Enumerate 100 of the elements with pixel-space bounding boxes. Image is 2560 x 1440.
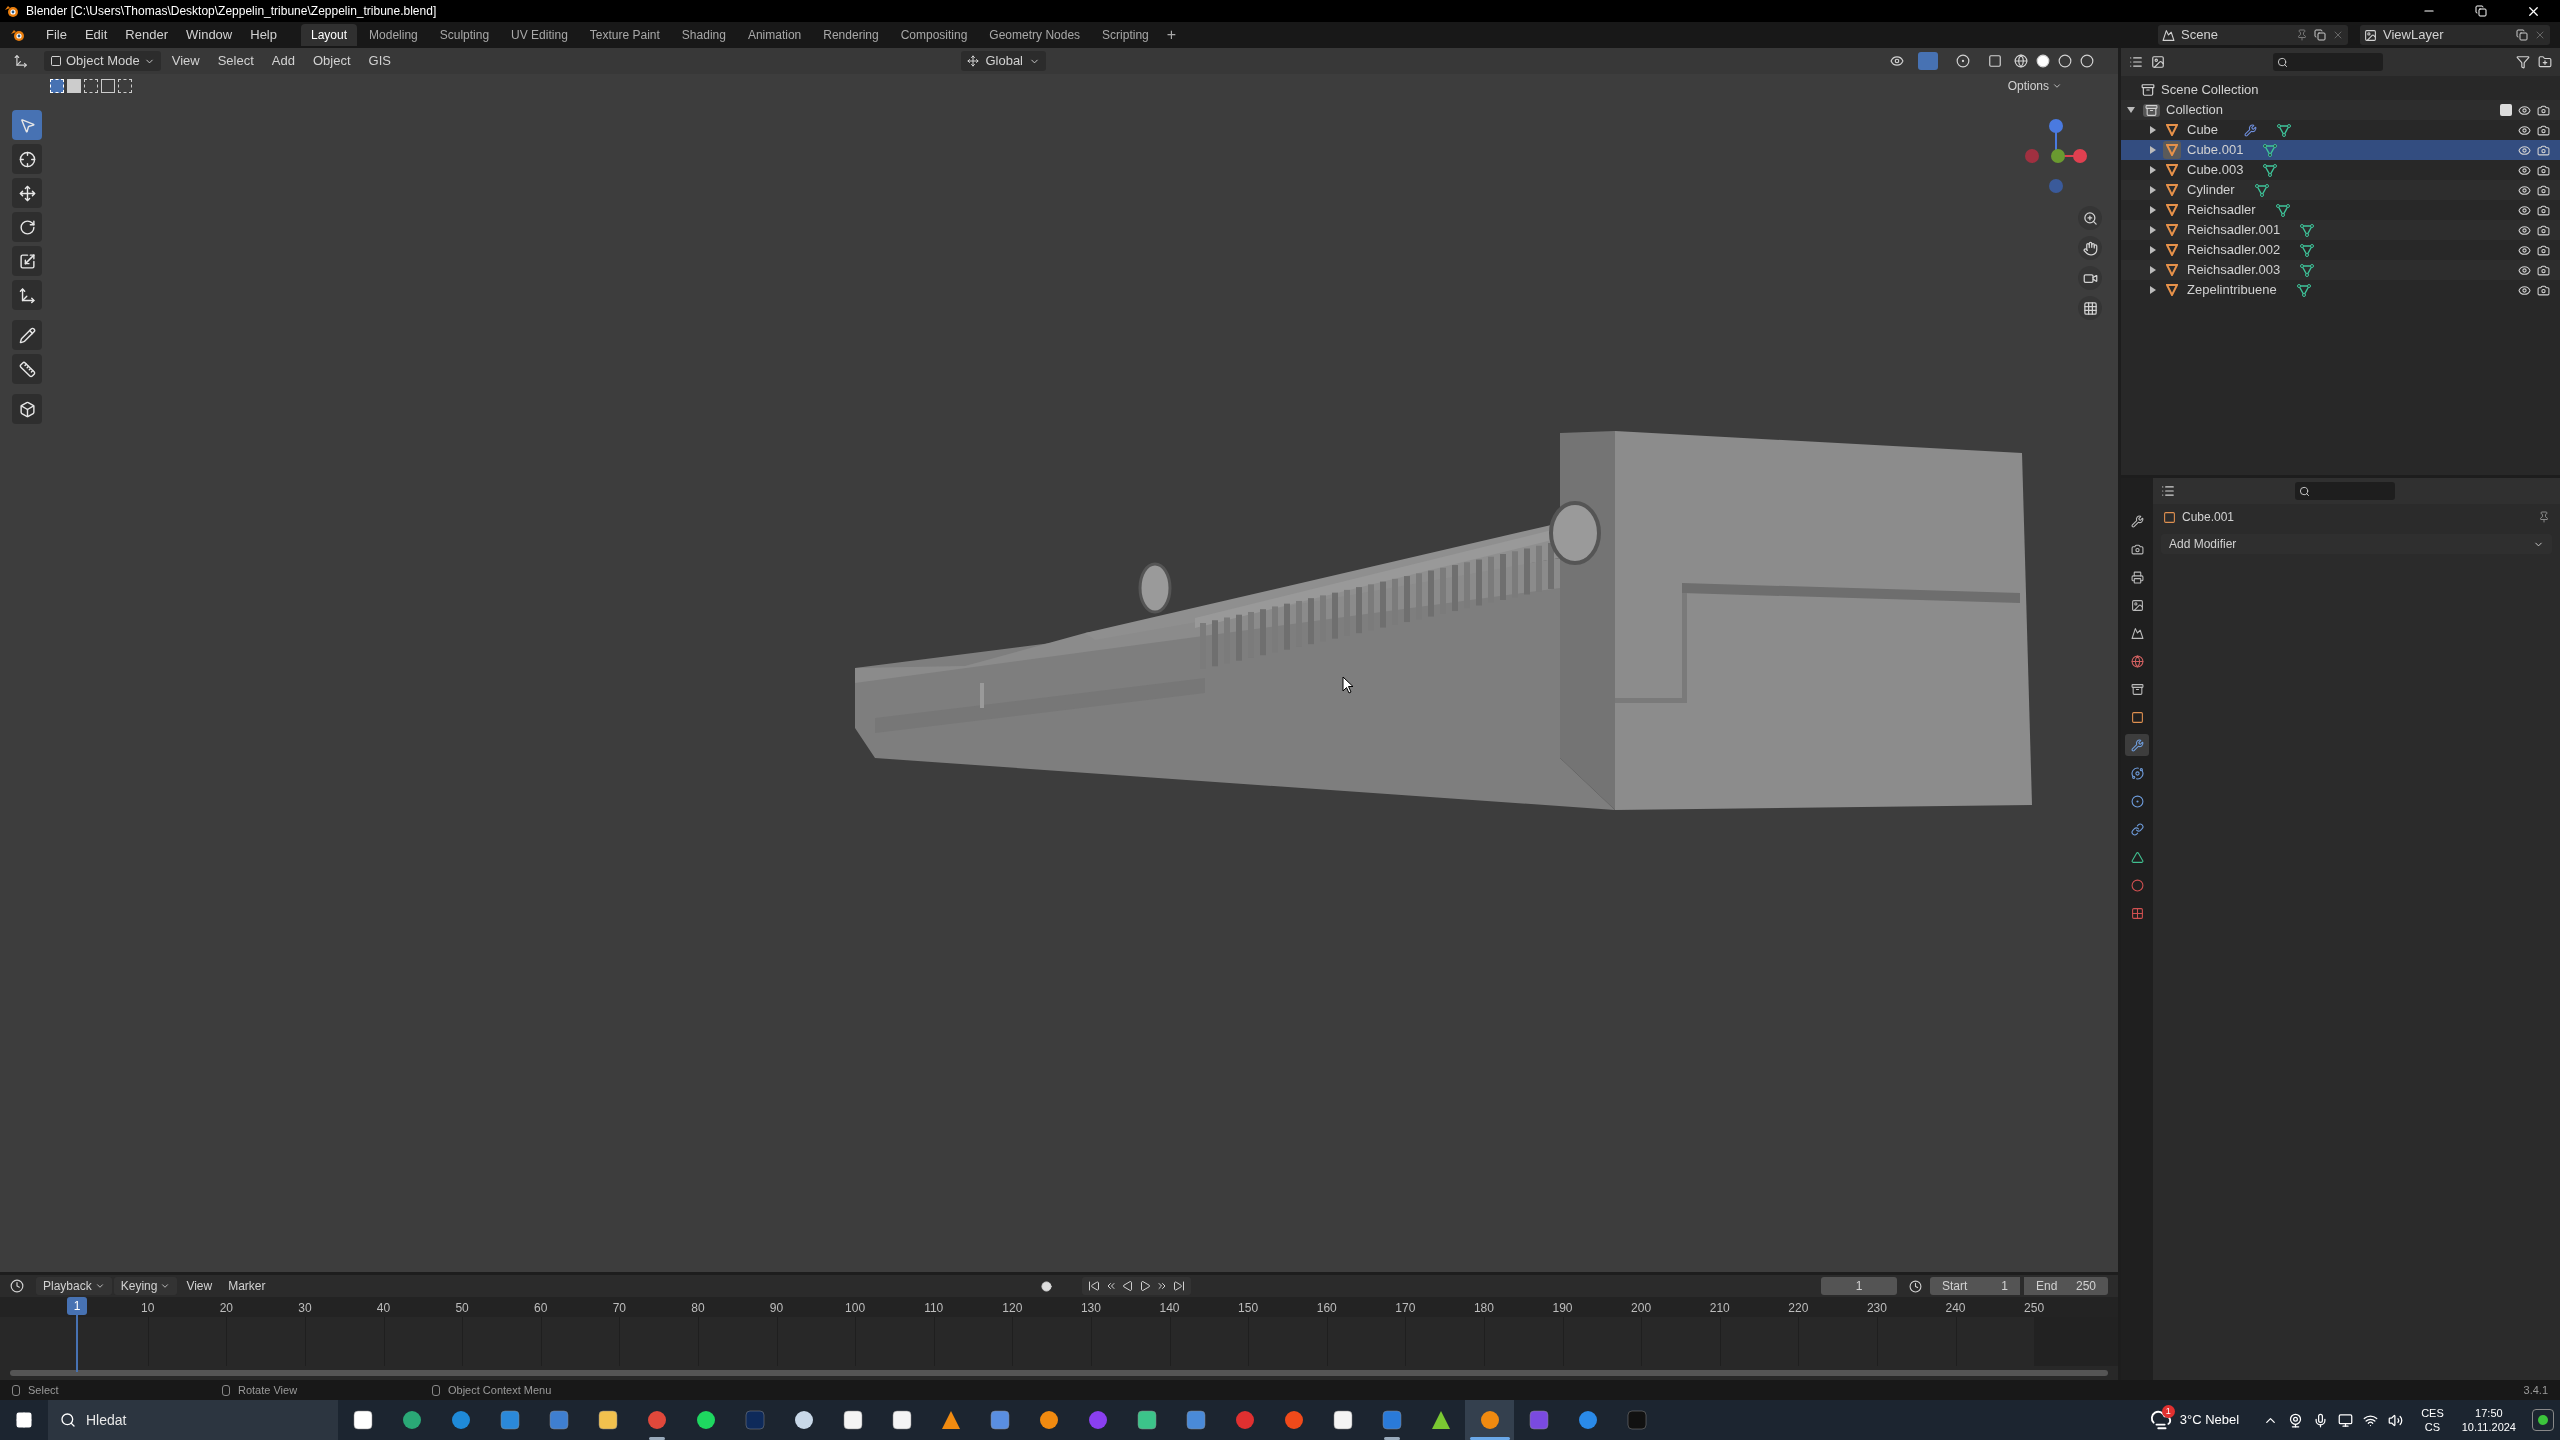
menu-item[interactable]: Playback: [36, 1277, 112, 1295]
menu-item[interactable]: Select: [210, 51, 261, 71]
eye-icon: [2518, 183, 2531, 197]
menu-item[interactable]: Edit: [76, 24, 116, 46]
add-workspace-button[interactable]: +: [1160, 23, 1183, 47]
current-frame-field[interactable]: 1: [1821, 1277, 1897, 1295]
workspace-tab[interactable]: Sculpting: [429, 24, 500, 46]
start-frame-field[interactable]: Start 1: [1930, 1277, 2020, 1295]
menu-item[interactable]: Add: [264, 51, 302, 71]
scene-collection-label[interactable]: Scene Collection: [2161, 80, 2259, 100]
expand-arrow-icon[interactable]: [2149, 166, 2157, 174]
outliner-row[interactable]: Cube: [2121, 120, 2560, 140]
scene-selector[interactable]: Scene: [2158, 25, 2348, 45]
workspace-tab[interactable]: Texture Paint: [579, 24, 670, 46]
frame-ruler[interactable]: [0, 1297, 2118, 1317]
expand-arrow-icon[interactable]: [2149, 186, 2157, 194]
scrollbar[interactable]: [10, 1370, 2108, 1376]
intersect-selection-icon[interactable]: [118, 79, 132, 93]
mode-dropdown[interactable]: Object Mode: [44, 51, 161, 71]
workspace-tab[interactable]: Layout: [301, 24, 358, 46]
video-camera-icon[interactable]: [2078, 266, 2102, 290]
orientation-dropdown[interactable]: Global: [961, 51, 1046, 71]
expand-arrow-icon[interactable]: [2149, 226, 2157, 234]
expand-arrow-icon[interactable]: [2149, 206, 2157, 214]
grid-icon[interactable]: [2078, 296, 2102, 320]
frame-tick-label: 50: [455, 1300, 469, 1317]
outliner-row[interactable]: Cylinder: [2121, 180, 2560, 200]
menu-item[interactable]: Help: [242, 24, 285, 46]
outliner-row[interactable]: Cube.003: [2121, 160, 2560, 180]
collection-name[interactable]: Collection: [2166, 100, 2494, 120]
workspace-tab[interactable]: Animation: [737, 24, 812, 46]
expand-arrow-icon[interactable]: [2127, 106, 2135, 114]
tile-icon: [1331, 1409, 1354, 1431]
gizmo-toggle[interactable]: [1918, 52, 1938, 70]
new-selection-icon[interactable]: [50, 79, 64, 93]
expand-arrow-icon[interactable]: [2149, 266, 2157, 274]
frame-tick-label: 70: [612, 1300, 626, 1317]
clock[interactable]: 17:50 10.11.2024: [2451, 1406, 2526, 1434]
workspace-tab[interactable]: Geometry Nodes: [979, 24, 1091, 46]
menu-item[interactable]: File: [38, 24, 75, 46]
transform-tool-icon[interactable]: [12, 280, 42, 310]
search-field[interactable]: Hledat: [48, 1400, 338, 1440]
subtract-selection-icon[interactable]: [84, 79, 98, 93]
zoom-icon[interactable]: [2078, 206, 2102, 230]
menu-item[interactable]: GIS: [361, 51, 398, 71]
outliner-row[interactable]: Zepelintribuene: [2121, 280, 2560, 300]
outliner-row[interactable]: Collection: [2121, 100, 2560, 120]
workspace-tab[interactable]: Modeling: [359, 24, 428, 46]
expand-arrow-icon[interactable]: [2149, 246, 2157, 254]
workspace-tab[interactable]: Rendering: [813, 24, 889, 46]
expand-arrow-icon[interactable]: [2149, 126, 2157, 134]
hand-icon[interactable]: [2078, 236, 2102, 260]
outliner-row[interactable]: Reichsadler: [2121, 200, 2560, 220]
end-frame-field[interactable]: End 250: [2024, 1277, 2108, 1295]
notification-icon[interactable]: [2532, 1409, 2554, 1431]
wrench-icon[interactable]: [2125, 734, 2149, 756]
expand-arrow-icon[interactable]: [2149, 146, 2157, 154]
language-indicator[interactable]: CES CS: [2413, 1406, 2452, 1434]
view-layer-selector[interactable]: ViewLayer: [2360, 25, 2550, 45]
scale-tool-icon[interactable]: [12, 246, 42, 276]
view-layer-name[interactable]: ViewLayer: [2383, 25, 2510, 45]
invert-selection-icon[interactable]: [101, 79, 115, 93]
outliner-row[interactable]: Reichsadler.002: [2121, 240, 2560, 260]
menu-item[interactable]: Window: [178, 24, 241, 46]
workspace-tab[interactable]: Compositing: [890, 24, 978, 46]
workspace-tab[interactable]: Scripting: [1092, 24, 1159, 46]
scene-name[interactable]: Scene: [2181, 25, 2290, 45]
outliner-row[interactable]: Reichsadler.001: [2121, 220, 2560, 240]
eye-icon: [2518, 263, 2531, 277]
menu-item[interactable]: View: [164, 51, 207, 71]
menu-item[interactable]: Render: [117, 24, 176, 46]
frame-tick-label: 240: [1945, 1300, 1966, 1317]
menu-item[interactable]: View: [179, 1277, 220, 1295]
playhead[interactable]: 1: [67, 1297, 87, 1372]
search-icon: [60, 1412, 76, 1428]
expand-arrow-icon[interactable]: [2149, 286, 2157, 294]
workspace-tab[interactable]: UV Editing: [501, 24, 578, 46]
cursor-tool-icon[interactable]: [12, 144, 42, 174]
search-field[interactable]: [2295, 482, 2395, 500]
move-tool-icon[interactable]: [12, 178, 42, 208]
pencil-icon[interactable]: [12, 320, 42, 350]
cube-icon[interactable]: [12, 394, 42, 424]
checkbox[interactable]: [2500, 104, 2512, 116]
frame-tick-label: 210: [1709, 1300, 1730, 1317]
outliner-row[interactable]: Reichsadler.003: [2121, 260, 2560, 280]
3d-viewport[interactable]: Object Mode View Select Add Object GIS Global Options: [0, 48, 2118, 1272]
menu-item[interactable]: Object: [305, 51, 358, 71]
search-field[interactable]: [2273, 53, 2383, 71]
next-keyframe-icon: [1155, 1280, 1168, 1292]
menu-item[interactable]: Marker: [221, 1277, 273, 1295]
rotate-tool-icon[interactable]: [12, 212, 42, 242]
add-modifier-dropdown[interactable]: Add Modifier: [2161, 534, 2552, 554]
select-tool-icon[interactable]: [12, 110, 42, 140]
options-dropdown[interactable]: Options: [2001, 76, 2068, 96]
menu-item[interactable]: Keying: [113, 1277, 178, 1295]
material-shading-icon: [2058, 54, 2072, 68]
outliner-row[interactable]: Cube.001: [2121, 140, 2560, 160]
workspace-tab[interactable]: Shading: [671, 24, 736, 46]
frame-tick-label: 160: [1316, 1300, 1337, 1317]
ruler-icon[interactable]: [12, 354, 42, 384]
